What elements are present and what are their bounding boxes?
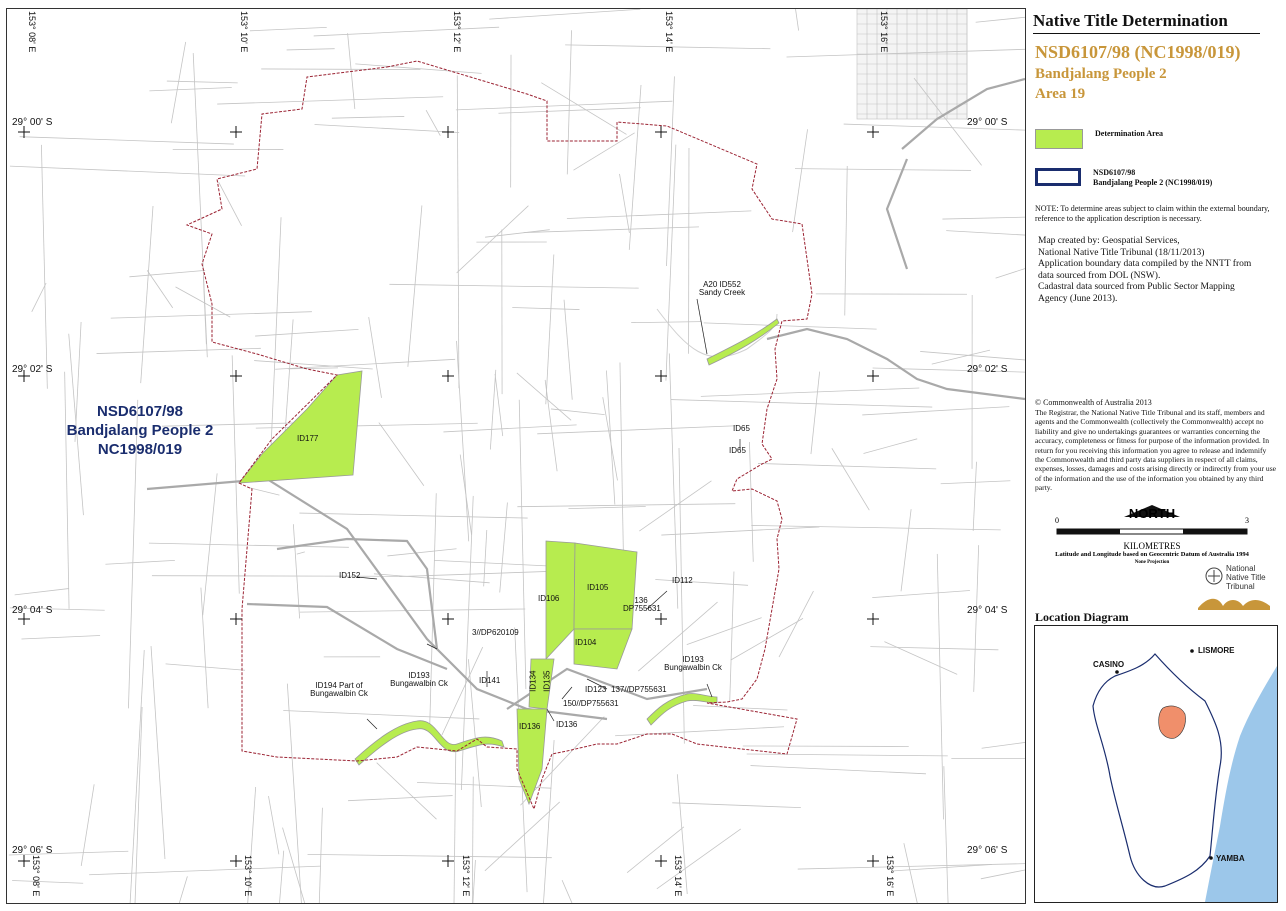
parcel-label: 3//DP620109 — [472, 628, 519, 637]
parcel-id177 — [238, 370, 363, 484]
datum-text: Latitude and Longitude based on Geocentr… — [1055, 551, 1249, 558]
parcel-label: A20 ID552 Sandy Creek — [698, 280, 746, 298]
lon-label: 153° 08' E — [27, 11, 37, 53]
place-yamba: YAMBA — [1216, 854, 1245, 863]
legend-label: Bandjalang People 2 (NC1998/019) — [1093, 178, 1213, 187]
credit-line: Application boundary data compiled by th… — [1038, 259, 1252, 269]
legend-swatch-outline — [1035, 168, 1081, 186]
claim-label-name: Bandjalang People 2 — [66, 422, 214, 439]
note-text: NOTE: To determine areas subject to clai… — [1035, 204, 1270, 223]
scale-unit: KILOMETRES — [1123, 541, 1181, 551]
legend-determination: Determination Area — [1035, 129, 1163, 149]
logo-wave-icon — [1198, 598, 1270, 610]
credit-line: Cadastral data sourced from Public Secto… — [1038, 282, 1235, 292]
creek-sandy — [706, 318, 780, 366]
parcel-label: ID194 Part of Bungawalbin Ck — [310, 681, 368, 699]
place-casino: CASINO — [1093, 660, 1125, 669]
parcel-label: ID105 — [587, 583, 609, 592]
parcel-label: ID104 — [575, 638, 597, 647]
credit-line: data sourced from DOL (NSW). — [1038, 270, 1161, 281]
claim-label: NSD6107/98 Bandjalang People 2 NC1998/01… — [47, 402, 233, 459]
parcel-label: ID136 — [556, 720, 578, 729]
lat-label: 29° 04' S — [12, 605, 53, 616]
legend-boundary: NSD6107/98 Bandjalang People 2 (NC1998/0… — [1035, 168, 1212, 188]
lon-label: 153° 08' E — [31, 855, 41, 897]
legend-panel: Native Title Determination NSD6107/98 (N… — [1030, 8, 1280, 903]
lat-label: 29° 04' S — [967, 605, 1008, 616]
claim-label-nc: NC1998/019 — [97, 441, 183, 458]
parcel-label: ID112 — [672, 576, 693, 585]
parcel-label: 150//DP755631 — [563, 699, 619, 708]
region-outline — [1092, 653, 1222, 888]
lon-label: 153° 12' E — [452, 11, 462, 53]
area-name: Area 19 — [1035, 86, 1086, 102]
claim-label-number: NSD6107/98 — [97, 403, 183, 420]
parcel-label: ID152 — [339, 571, 361, 580]
legend-label: NSD6107/98 — [1093, 168, 1136, 177]
lat-label: 29° 00' S — [967, 117, 1008, 128]
location-diagram-title: Location Diagram — [1035, 610, 1129, 624]
claim-name: Bandjalang People 2 — [1035, 66, 1167, 82]
credit-line: Agency (June 2013). — [1038, 293, 1118, 304]
parcel-label: ID123 — [585, 685, 607, 694]
parcel-label: ID65 — [729, 446, 746, 455]
parcel-label: ID193 Bungawalbin Ck — [664, 655, 722, 673]
parcel-label: 137//DP755631 — [611, 685, 667, 694]
parcel-label: ID177 — [297, 434, 319, 443]
lon-label: 153° 10' E — [243, 855, 253, 897]
copyright: © Commonwealth of Australia 2013 — [1035, 398, 1152, 407]
lon-label: 153° 12' E — [461, 855, 471, 897]
parcel-label: ID106 — [538, 594, 560, 603]
lat-label: 29° 06' S — [967, 845, 1008, 856]
lon-label: 153° 16' E — [879, 11, 889, 53]
lat-label: 29° 00' S — [12, 117, 53, 128]
lat-label: 29° 02' S — [967, 364, 1008, 375]
lon-label: 153° 14' E — [673, 855, 683, 897]
place-lismore: LISMORE — [1198, 646, 1235, 655]
parcel-label: ID135 — [542, 670, 552, 692]
legend-label: Determination Area — [1095, 129, 1164, 138]
parcel-id104 — [573, 628, 633, 670]
credit-line: Map created by: Geospatial Services, — [1038, 236, 1180, 246]
lon-label: 153° 16' E — [885, 855, 895, 897]
location-diagram: CASINO LISMORE YAMBA — [1034, 625, 1278, 903]
parcel-label: 136 DP755631 — [623, 596, 661, 614]
scale-bar-graphic — [1056, 528, 1248, 535]
logo-line: National — [1226, 564, 1256, 573]
graticule-crosses — [18, 126, 879, 867]
application-number: NSD6107/98 (NC1998/019) — [1035, 42, 1241, 62]
parcel-label: ID136 — [519, 722, 541, 731]
map-sheet: 29° 00' S 29° 00' S 29° 02' S 29° 02' S … — [0, 0, 1286, 911]
legend-swatch-green — [1035, 129, 1083, 149]
map-credits: Map created by: Geospatial Services, Nat… — [1038, 236, 1274, 305]
parcel-label: ID65 — [733, 424, 750, 433]
scale-min: 0 — [1055, 516, 1059, 525]
parcel-label: ID134 — [528, 670, 538, 692]
map-title: Native Title Determination — [1033, 11, 1260, 34]
logo-line: Tribunal — [1226, 582, 1255, 591]
north-label: NORTH — [1128, 506, 1176, 521]
disclaimer: The Registrar, the National Native Title… — [1035, 408, 1277, 493]
parcel-label: ID193 Bungawalbin Ck — [390, 671, 448, 689]
crest-icon — [1205, 567, 1223, 585]
lon-label: 153° 14' E — [664, 11, 674, 53]
logo-line: Native Title — [1226, 573, 1266, 582]
lat-label: 29° 02' S — [12, 364, 53, 375]
scale-max: 3 — [1245, 516, 1249, 525]
scale-bar: NORTH 0 3 KILOMETRES Latitude and Longit… — [1052, 505, 1252, 565]
credit-line: National Native Title Tribunal (18/11/20… — [1038, 247, 1205, 258]
parcel-label: ID141 — [479, 676, 501, 685]
map-frame: 29° 00' S 29° 00' S 29° 02' S 29° 02' S … — [6, 8, 1026, 904]
lon-label: 153° 10' E — [239, 11, 249, 53]
